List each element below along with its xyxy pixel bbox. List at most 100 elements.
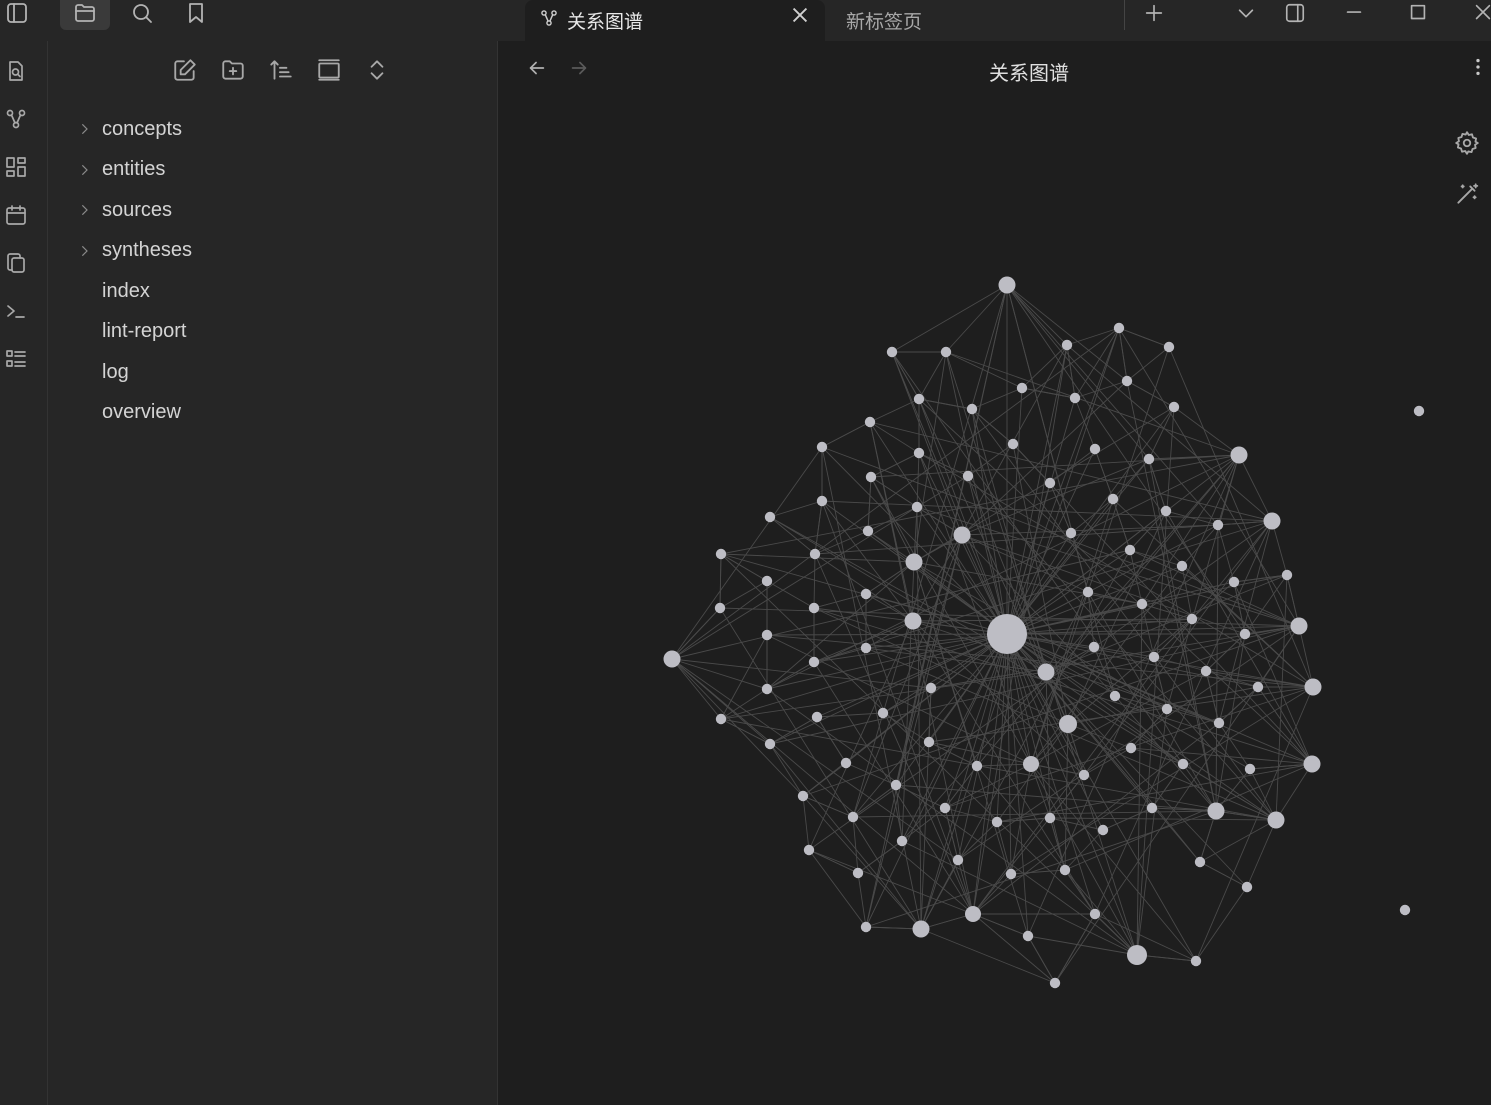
- graph-node[interactable]: [1088, 641, 1100, 653]
- maximize-button[interactable]: [1404, 0, 1432, 30]
- graph-node[interactable]: [1267, 811, 1285, 829]
- close-window-button[interactable]: [1470, 0, 1491, 30]
- graph-hub-node[interactable]: [987, 614, 1027, 654]
- graph-settings-button[interactable]: [1451, 129, 1483, 161]
- graph-node[interactable]: [1146, 802, 1158, 814]
- graph-node[interactable]: [1252, 681, 1264, 693]
- toggle-sidebar-button[interactable]: [0, 0, 42, 30]
- graph-node[interactable]: [1022, 930, 1034, 942]
- graph-node[interactable]: [1304, 678, 1322, 696]
- graph-node[interactable]: [886, 346, 898, 358]
- graph-node[interactable]: [925, 682, 937, 694]
- sort-button[interactable]: [257, 55, 305, 89]
- graph-node[interactable]: [797, 790, 809, 802]
- graph-node[interactable]: [1089, 908, 1101, 920]
- graph-node[interactable]: [847, 811, 859, 823]
- graph-node[interactable]: [852, 867, 864, 879]
- graph-node[interactable]: [1303, 755, 1321, 773]
- graph-node[interactable]: [1109, 690, 1121, 702]
- graph-node[interactable]: [890, 779, 902, 791]
- graph-node[interactable]: [1125, 742, 1137, 754]
- auto-reveal-button[interactable]: [305, 55, 353, 89]
- graph-node[interactable]: [1163, 341, 1175, 353]
- folder-item[interactable]: sources: [74, 190, 474, 231]
- graph-node[interactable]: [940, 346, 952, 358]
- graph-node[interactable]: [811, 711, 823, 723]
- graph-node[interactable]: [913, 447, 925, 459]
- templates-button[interactable]: [0, 249, 32, 281]
- graph-node[interactable]: [1263, 512, 1281, 530]
- graph-node[interactable]: [764, 738, 776, 750]
- toggle-right-sidebar-button[interactable]: [1280, 0, 1310, 30]
- graph-node[interactable]: [1107, 493, 1119, 505]
- collapse-all-button[interactable]: [353, 55, 401, 89]
- more-options-button[interactable]: [1466, 56, 1490, 82]
- graph-node[interactable]: [1200, 665, 1212, 677]
- new-tab-button[interactable]: [1140, 0, 1168, 30]
- graph-node[interactable]: [1148, 651, 1160, 663]
- graph-node[interactable]: [1023, 756, 1039, 772]
- graph-node[interactable]: [939, 802, 951, 814]
- graph-node[interactable]: [904, 612, 922, 630]
- graph-node[interactable]: [1241, 881, 1253, 893]
- graph-node[interactable]: [862, 525, 874, 537]
- graph-node[interactable]: [1065, 527, 1077, 539]
- graph-node[interactable]: [1290, 617, 1308, 635]
- graph-node[interactable]: [966, 403, 978, 415]
- graph-node[interactable]: [953, 526, 971, 544]
- graph-node[interactable]: [1044, 477, 1056, 489]
- minimize-button[interactable]: [1340, 0, 1368, 30]
- graph-node[interactable]: [809, 548, 821, 560]
- quick-switcher-button[interactable]: [0, 57, 32, 89]
- graph-node[interactable]: [1244, 763, 1256, 775]
- folder-item[interactable]: syntheses: [74, 231, 474, 272]
- graph-node[interactable]: [864, 416, 876, 428]
- file-item[interactable]: index: [74, 271, 474, 312]
- graph-node[interactable]: [761, 683, 773, 695]
- graph-node[interactable]: [1194, 856, 1206, 868]
- graph-node[interactable]: [965, 906, 981, 922]
- command-palette-button[interactable]: [0, 297, 32, 329]
- graph-node[interactable]: [998, 276, 1016, 294]
- graph-node[interactable]: [1127, 945, 1147, 965]
- graph-node[interactable]: [1059, 715, 1077, 733]
- graph-node[interactable]: [913, 393, 925, 405]
- graph-node[interactable]: [1078, 769, 1090, 781]
- close-tab-button[interactable]: [789, 4, 811, 26]
- folder-item[interactable]: concepts: [74, 109, 474, 150]
- graph-node[interactable]: [1228, 576, 1240, 588]
- graph-node[interactable]: [860, 642, 872, 654]
- graph-node[interactable]: [991, 816, 1003, 828]
- graph-node[interactable]: [808, 656, 820, 668]
- graph-node[interactable]: [1089, 443, 1101, 455]
- graph-node[interactable]: [1082, 586, 1094, 598]
- graph-node[interactable]: [896, 835, 908, 847]
- graph-view-button[interactable]: [0, 105, 32, 137]
- graph-node[interactable]: [715, 548, 727, 560]
- graph-node[interactable]: [860, 588, 872, 600]
- graph-node[interactable]: [1281, 569, 1293, 581]
- graph-node[interactable]: [1016, 382, 1028, 394]
- animate-button[interactable]: [1451, 180, 1483, 212]
- tab-graph[interactable]: 关系图谱: [525, 0, 825, 41]
- graph-node[interactable]: [911, 501, 923, 513]
- bookmarks-tab-button[interactable]: [171, 0, 221, 30]
- graph-node[interactable]: [1399, 904, 1411, 916]
- graph-node[interactable]: [1124, 544, 1136, 556]
- graph-node[interactable]: [952, 854, 964, 866]
- graph-node[interactable]: [714, 602, 726, 614]
- graph-node[interactable]: [923, 736, 935, 748]
- graph-node[interactable]: [1044, 812, 1056, 824]
- graph-node[interactable]: [1005, 868, 1017, 880]
- graph-node[interactable]: [1113, 322, 1125, 334]
- graph-node[interactable]: [764, 511, 776, 523]
- graph-canvas[interactable]: [499, 41, 1491, 1105]
- graph-node[interactable]: [803, 844, 815, 856]
- graph-node[interactable]: [816, 495, 828, 507]
- graph-node[interactable]: [1121, 375, 1133, 387]
- search-tab-button[interactable]: [117, 0, 167, 30]
- graph-node[interactable]: [1176, 560, 1188, 572]
- graph-node[interactable]: [1037, 663, 1055, 681]
- file-item[interactable]: overview: [74, 393, 474, 434]
- graph-node[interactable]: [1207, 802, 1225, 820]
